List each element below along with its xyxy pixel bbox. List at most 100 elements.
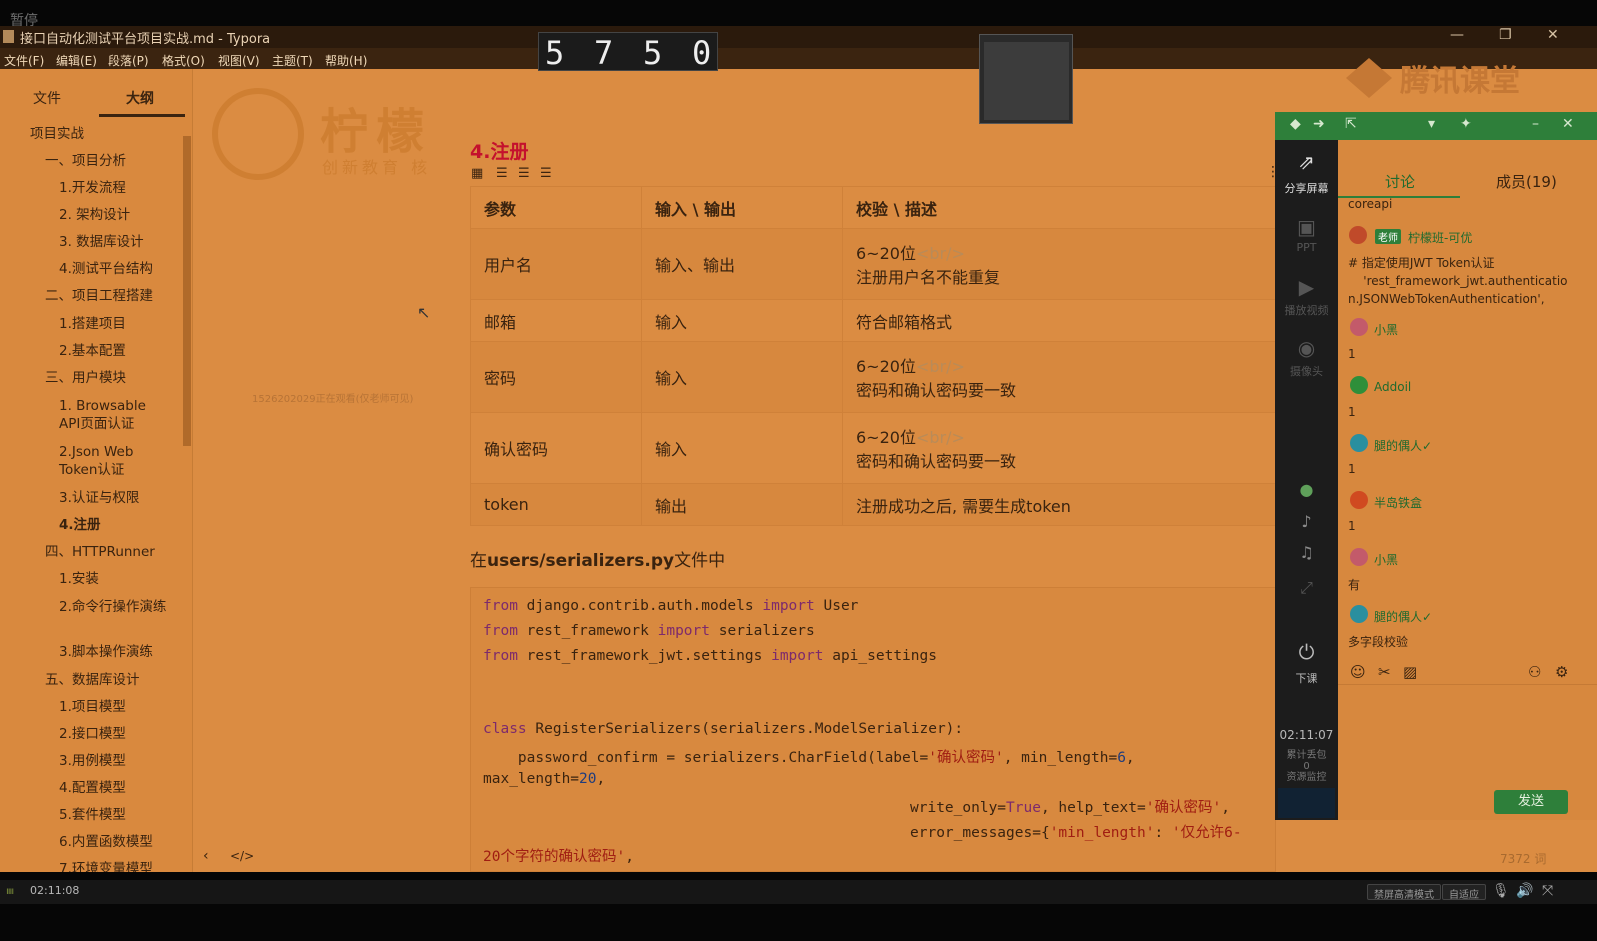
emoji-icon[interactable]: ☺ xyxy=(1350,663,1366,681)
cell-io[interactable]: 输出 xyxy=(641,483,843,526)
minimize-icon[interactable]: — xyxy=(1450,27,1464,43)
outline-item[interactable]: 2.接口模型 xyxy=(59,725,126,743)
outline-item[interactable]: 2.命令行操作演练 xyxy=(59,598,169,616)
outline-item[interactable]: 项目实战 xyxy=(30,125,84,143)
menu-theme[interactable]: 主题(T) xyxy=(272,52,313,69)
tab-members[interactable]: 成员(19) xyxy=(1496,171,1557,192)
outline-item[interactable]: 1. Browsable API页面认证 xyxy=(59,397,169,433)
word-count[interactable]: 7372 词 xyxy=(1500,850,1546,867)
cell-param[interactable]: 确认密码 xyxy=(470,412,642,484)
outline-item[interactable]: 3.脚本操作演练 xyxy=(59,643,153,661)
close-panel-icon[interactable]: ✕ xyxy=(1562,116,1574,132)
mic-icon[interactable]: 🎙 xyxy=(1492,883,1510,899)
outline-item[interactable]: 2.基本配置 xyxy=(59,342,126,360)
outline-item[interactable]: 6.内置函数模型 xyxy=(59,833,153,851)
outline-item[interactable]: 3.用例模型 xyxy=(59,752,126,770)
close-icon[interactable]: ✕ xyxy=(1547,27,1559,43)
chat-username[interactable]: 小黑 xyxy=(1374,321,1398,338)
outline-item[interactable]: 2.Json Web Token认证 xyxy=(59,443,169,479)
chat-username[interactable]: 腿的偶人✓ xyxy=(1374,608,1432,625)
align-right-icon[interactable]: ☰ xyxy=(540,166,552,181)
align-center-icon[interactable]: ☰ xyxy=(518,166,530,181)
outline-item[interactable]: 三、用户模块 xyxy=(45,369,126,387)
music-icon[interactable]: ♫ xyxy=(1275,543,1338,562)
gear-icon[interactable]: ⚙ xyxy=(1555,663,1568,681)
menu-file[interactable]: 文件(F) xyxy=(4,52,44,69)
share-icon[interactable]: ⇱ xyxy=(1345,116,1357,132)
cell-param[interactable]: 邮箱 xyxy=(470,299,642,342)
outline-item[interactable]: 2. 架构设计 xyxy=(59,206,130,224)
volume-icon[interactable]: 🔊 xyxy=(1516,883,1533,899)
outline-item-active[interactable]: 4.注册 xyxy=(59,516,101,534)
cell-desc[interactable]: 符合邮箱格式 xyxy=(842,299,1276,342)
camera-icon[interactable]: ◉ xyxy=(1275,336,1338,360)
share-screen-icon[interactable]: ⇗ xyxy=(1275,150,1338,174)
menu-help[interactable]: 帮助(H) xyxy=(325,52,367,69)
image-icon[interactable]: ▨ xyxy=(1403,663,1417,681)
outline-item[interactable]: 4.测试平台结构 xyxy=(59,260,153,278)
tab-outline[interactable]: 大纲 xyxy=(126,88,154,108)
table-grid-icon[interactable]: ▦ xyxy=(471,166,483,181)
chevron-left-icon[interactable]: ‹ xyxy=(203,848,209,864)
cell-param[interactable]: 用户名 xyxy=(470,228,642,300)
outline-item[interactable]: 1.项目模型 xyxy=(59,698,126,716)
forward-icon[interactable]: ➜ xyxy=(1313,116,1325,132)
cell-param[interactable]: 密码 xyxy=(470,341,642,413)
cell-desc[interactable]: 6~20位<br/> 密码和确认密码要一致 xyxy=(842,412,1276,484)
outline-item[interactable]: 一、项目分析 xyxy=(45,152,126,170)
fit-button[interactable]: 自适应 xyxy=(1442,884,1486,901)
outline-item[interactable]: 1.开发流程 xyxy=(59,179,126,197)
fullscreen-icon[interactable]: ⤧ xyxy=(1542,883,1553,899)
chat-username[interactable]: 半岛铁盒 xyxy=(1374,494,1422,511)
chat-username[interactable]: Addoil xyxy=(1374,380,1411,394)
cell-io[interactable]: 输入 xyxy=(641,299,843,342)
cell-param[interactable]: token xyxy=(470,483,642,526)
hd-mode-button[interactable]: 禁屏高清模式 xyxy=(1367,884,1441,901)
minimize-panel-icon[interactable]: – xyxy=(1532,116,1539,132)
cell-io[interactable]: 输入 xyxy=(641,412,843,484)
send-button[interactable]: 发送 xyxy=(1494,790,1568,814)
play-video-label[interactable]: 播放视频 xyxy=(1275,302,1338,318)
chat-username[interactable]: 柠檬班-可优 xyxy=(1408,229,1472,246)
outline-item[interactable]: 3. 数据库设计 xyxy=(59,233,144,251)
menu-edit[interactable]: 编辑(E) xyxy=(56,52,97,69)
menu-view[interactable]: 视图(V) xyxy=(218,52,260,69)
play-video-icon[interactable]: ▶ xyxy=(1275,275,1338,299)
chat-username[interactable]: 小黑 xyxy=(1374,551,1398,568)
outline-item[interactable]: 五、数据库设计 xyxy=(45,671,140,689)
end-class-icon[interactable]: ⏻ xyxy=(1275,640,1338,664)
ppt-label[interactable]: PPT xyxy=(1275,241,1338,254)
outline-item[interactable]: 二、项目工程搭建 xyxy=(45,287,153,305)
outline-item[interactable]: 1.搭建项目 xyxy=(59,315,126,333)
tab-files[interactable]: 文件 xyxy=(33,88,61,108)
gem-icon[interactable]: ◆ xyxy=(1290,116,1301,132)
microphone-icon[interactable]: ● xyxy=(1275,480,1338,499)
cell-io[interactable]: 输入、输出 xyxy=(641,228,843,300)
outline-item[interactable]: 5.套件模型 xyxy=(59,806,126,824)
speaker-icon[interactable]: ♪ xyxy=(1275,512,1338,531)
outline-item[interactable]: 3.认证与权限 xyxy=(59,489,139,507)
pin-icon[interactable]: ✦ xyxy=(1460,116,1472,132)
menu-paragraph[interactable]: 段落(P) xyxy=(108,52,149,69)
ppt-icon[interactable]: ▣ xyxy=(1275,215,1338,239)
scissors-icon[interactable]: ✂ xyxy=(1378,663,1391,681)
sidebar-scrollbar[interactable] xyxy=(183,136,191,446)
chat-username[interactable]: 腿的偶人✓ xyxy=(1374,437,1432,454)
restore-icon[interactable]: ❐ xyxy=(1499,27,1512,43)
cell-desc[interactable]: 6~20位<br/> 注册用户名不能重复 xyxy=(842,228,1276,300)
outline-item[interactable]: 4.配置模型 xyxy=(59,779,126,797)
chevron-down-icon[interactable]: ▾ xyxy=(1428,116,1435,132)
tab-discussion[interactable]: 讨论 xyxy=(1385,171,1415,192)
share-screen-label[interactable]: 分享屏幕 xyxy=(1275,180,1338,196)
cell-desc[interactable]: 注册成功之后, 需要生成token xyxy=(842,483,1276,526)
cell-desc[interactable]: 6~20位<br/> 密码和确认密码要一致 xyxy=(842,341,1276,413)
cell-io[interactable]: 输入 xyxy=(641,341,843,413)
source-code-toggle-icon[interactable]: </> xyxy=(230,849,254,863)
outline-item[interactable]: 1.安装 xyxy=(59,570,99,588)
align-left-icon[interactable]: ☰ xyxy=(496,166,508,181)
outline-item[interactable]: 四、HTTPRunner xyxy=(45,543,155,561)
camera-label[interactable]: 摄像头 xyxy=(1275,363,1338,379)
outline-item[interactable]: 7.环境变量模型 xyxy=(59,860,153,872)
end-class-label[interactable]: 下课 xyxy=(1275,670,1338,686)
menu-format[interactable]: 格式(O) xyxy=(162,52,205,69)
